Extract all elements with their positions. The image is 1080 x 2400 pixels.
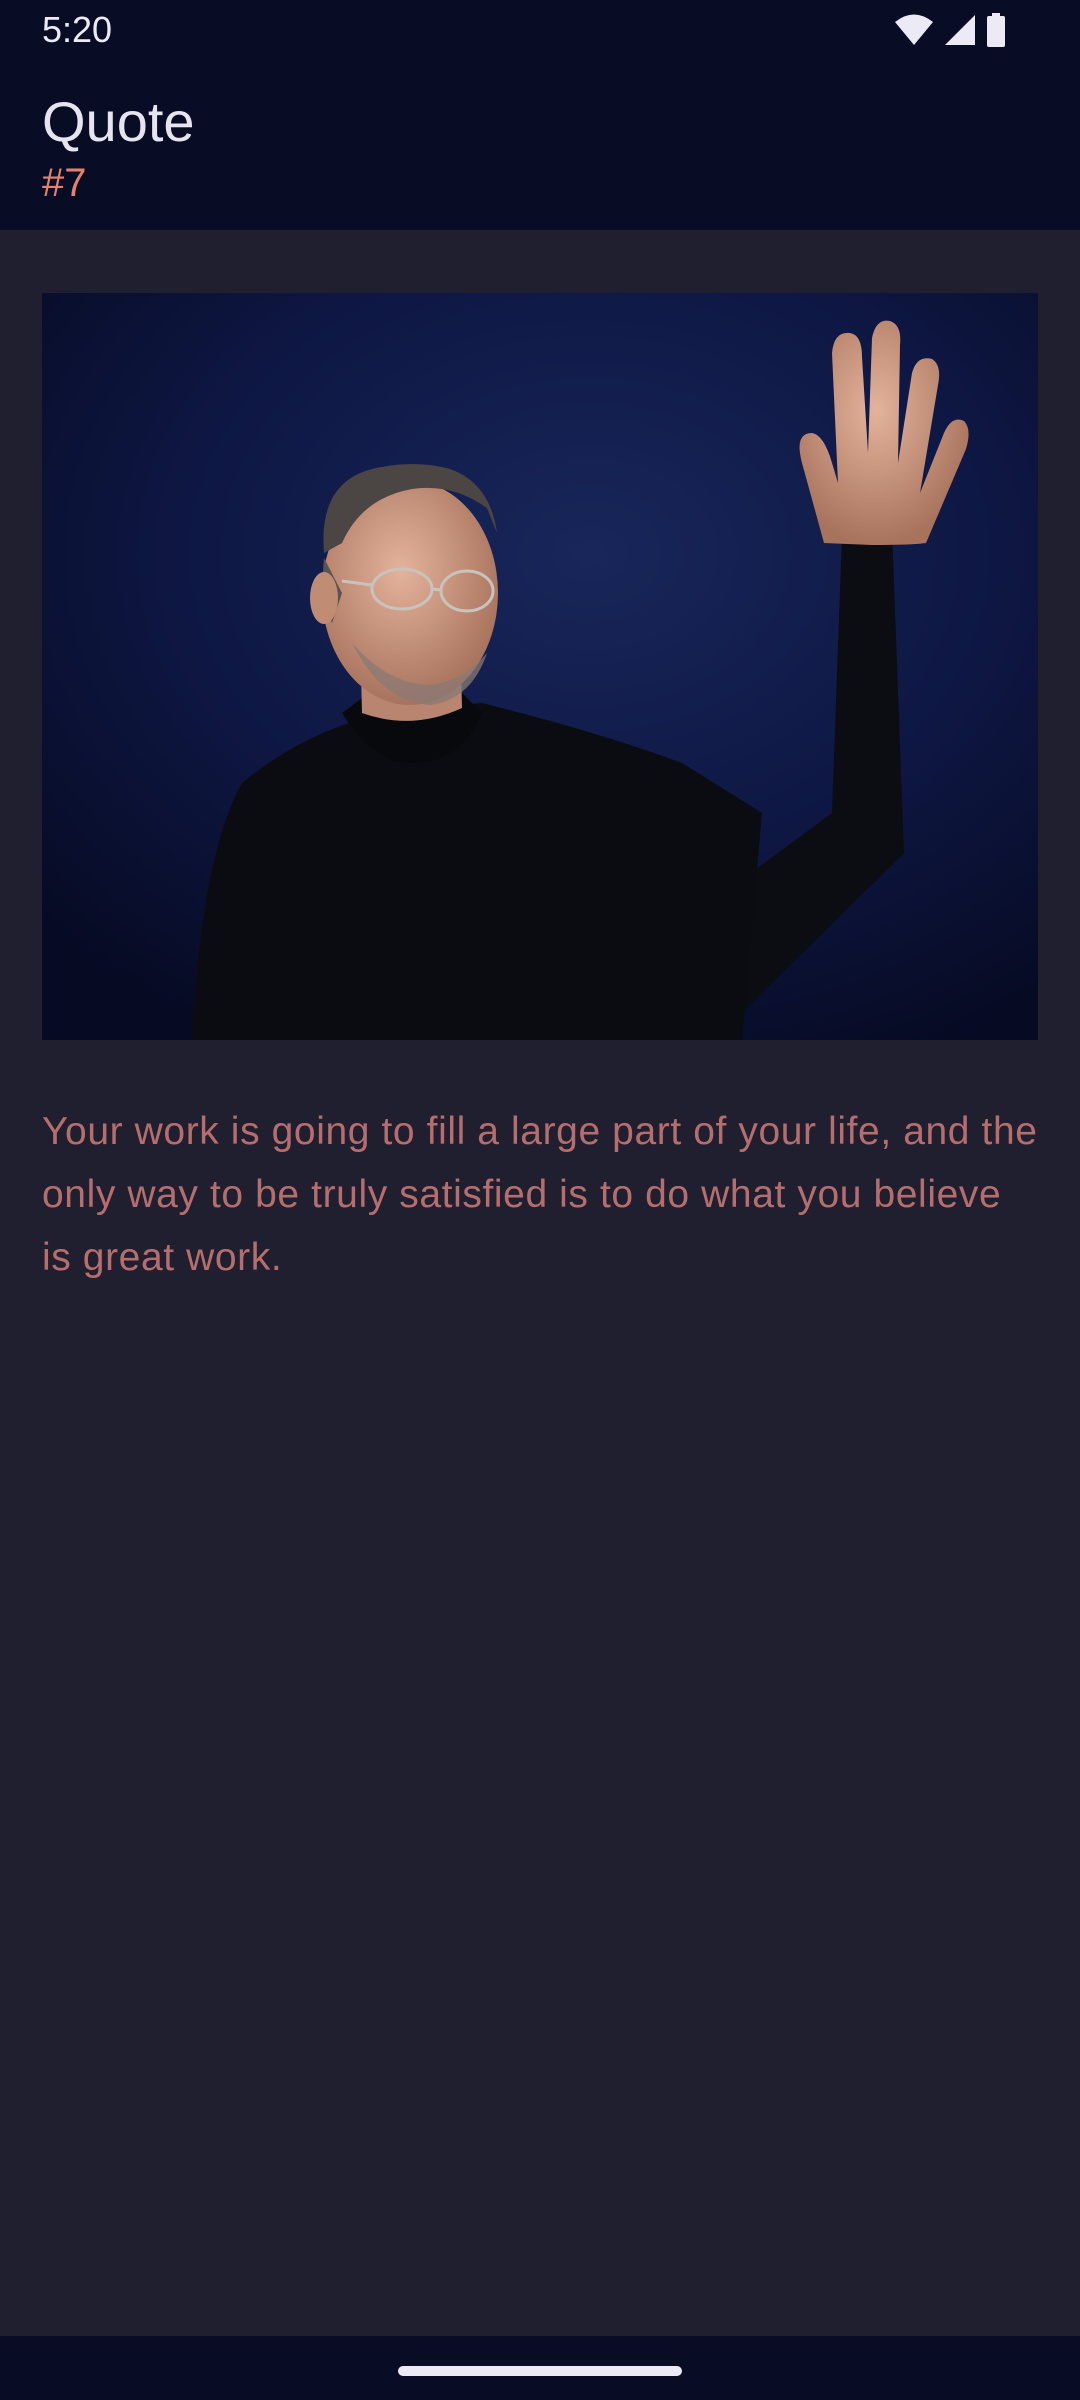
- page-title: Quote: [42, 90, 195, 153]
- quote-author-photo: [42, 293, 1038, 1040]
- status-icons: [894, 13, 1006, 47]
- wifi-icon: [895, 14, 933, 45]
- app-bar: Quote #7: [0, 60, 1080, 230]
- navigation-bar: [0, 2336, 1080, 2400]
- home-gesture-handle[interactable]: [398, 2366, 682, 2376]
- quote-number: #7: [42, 161, 87, 205]
- cellular-signal-icon: [945, 15, 975, 45]
- quote-text: Your work is going to fill a large part …: [42, 1110, 1038, 1279]
- portrait-illustration: [42, 293, 1038, 1040]
- status-bar: 5:20: [0, 0, 1080, 60]
- status-time: 5:20: [42, 9, 113, 50]
- quote-screen: 5:20 Quote #7 Your work is going to fill…: [0, 0, 1080, 2400]
- battery-icon: [987, 13, 1005, 47]
